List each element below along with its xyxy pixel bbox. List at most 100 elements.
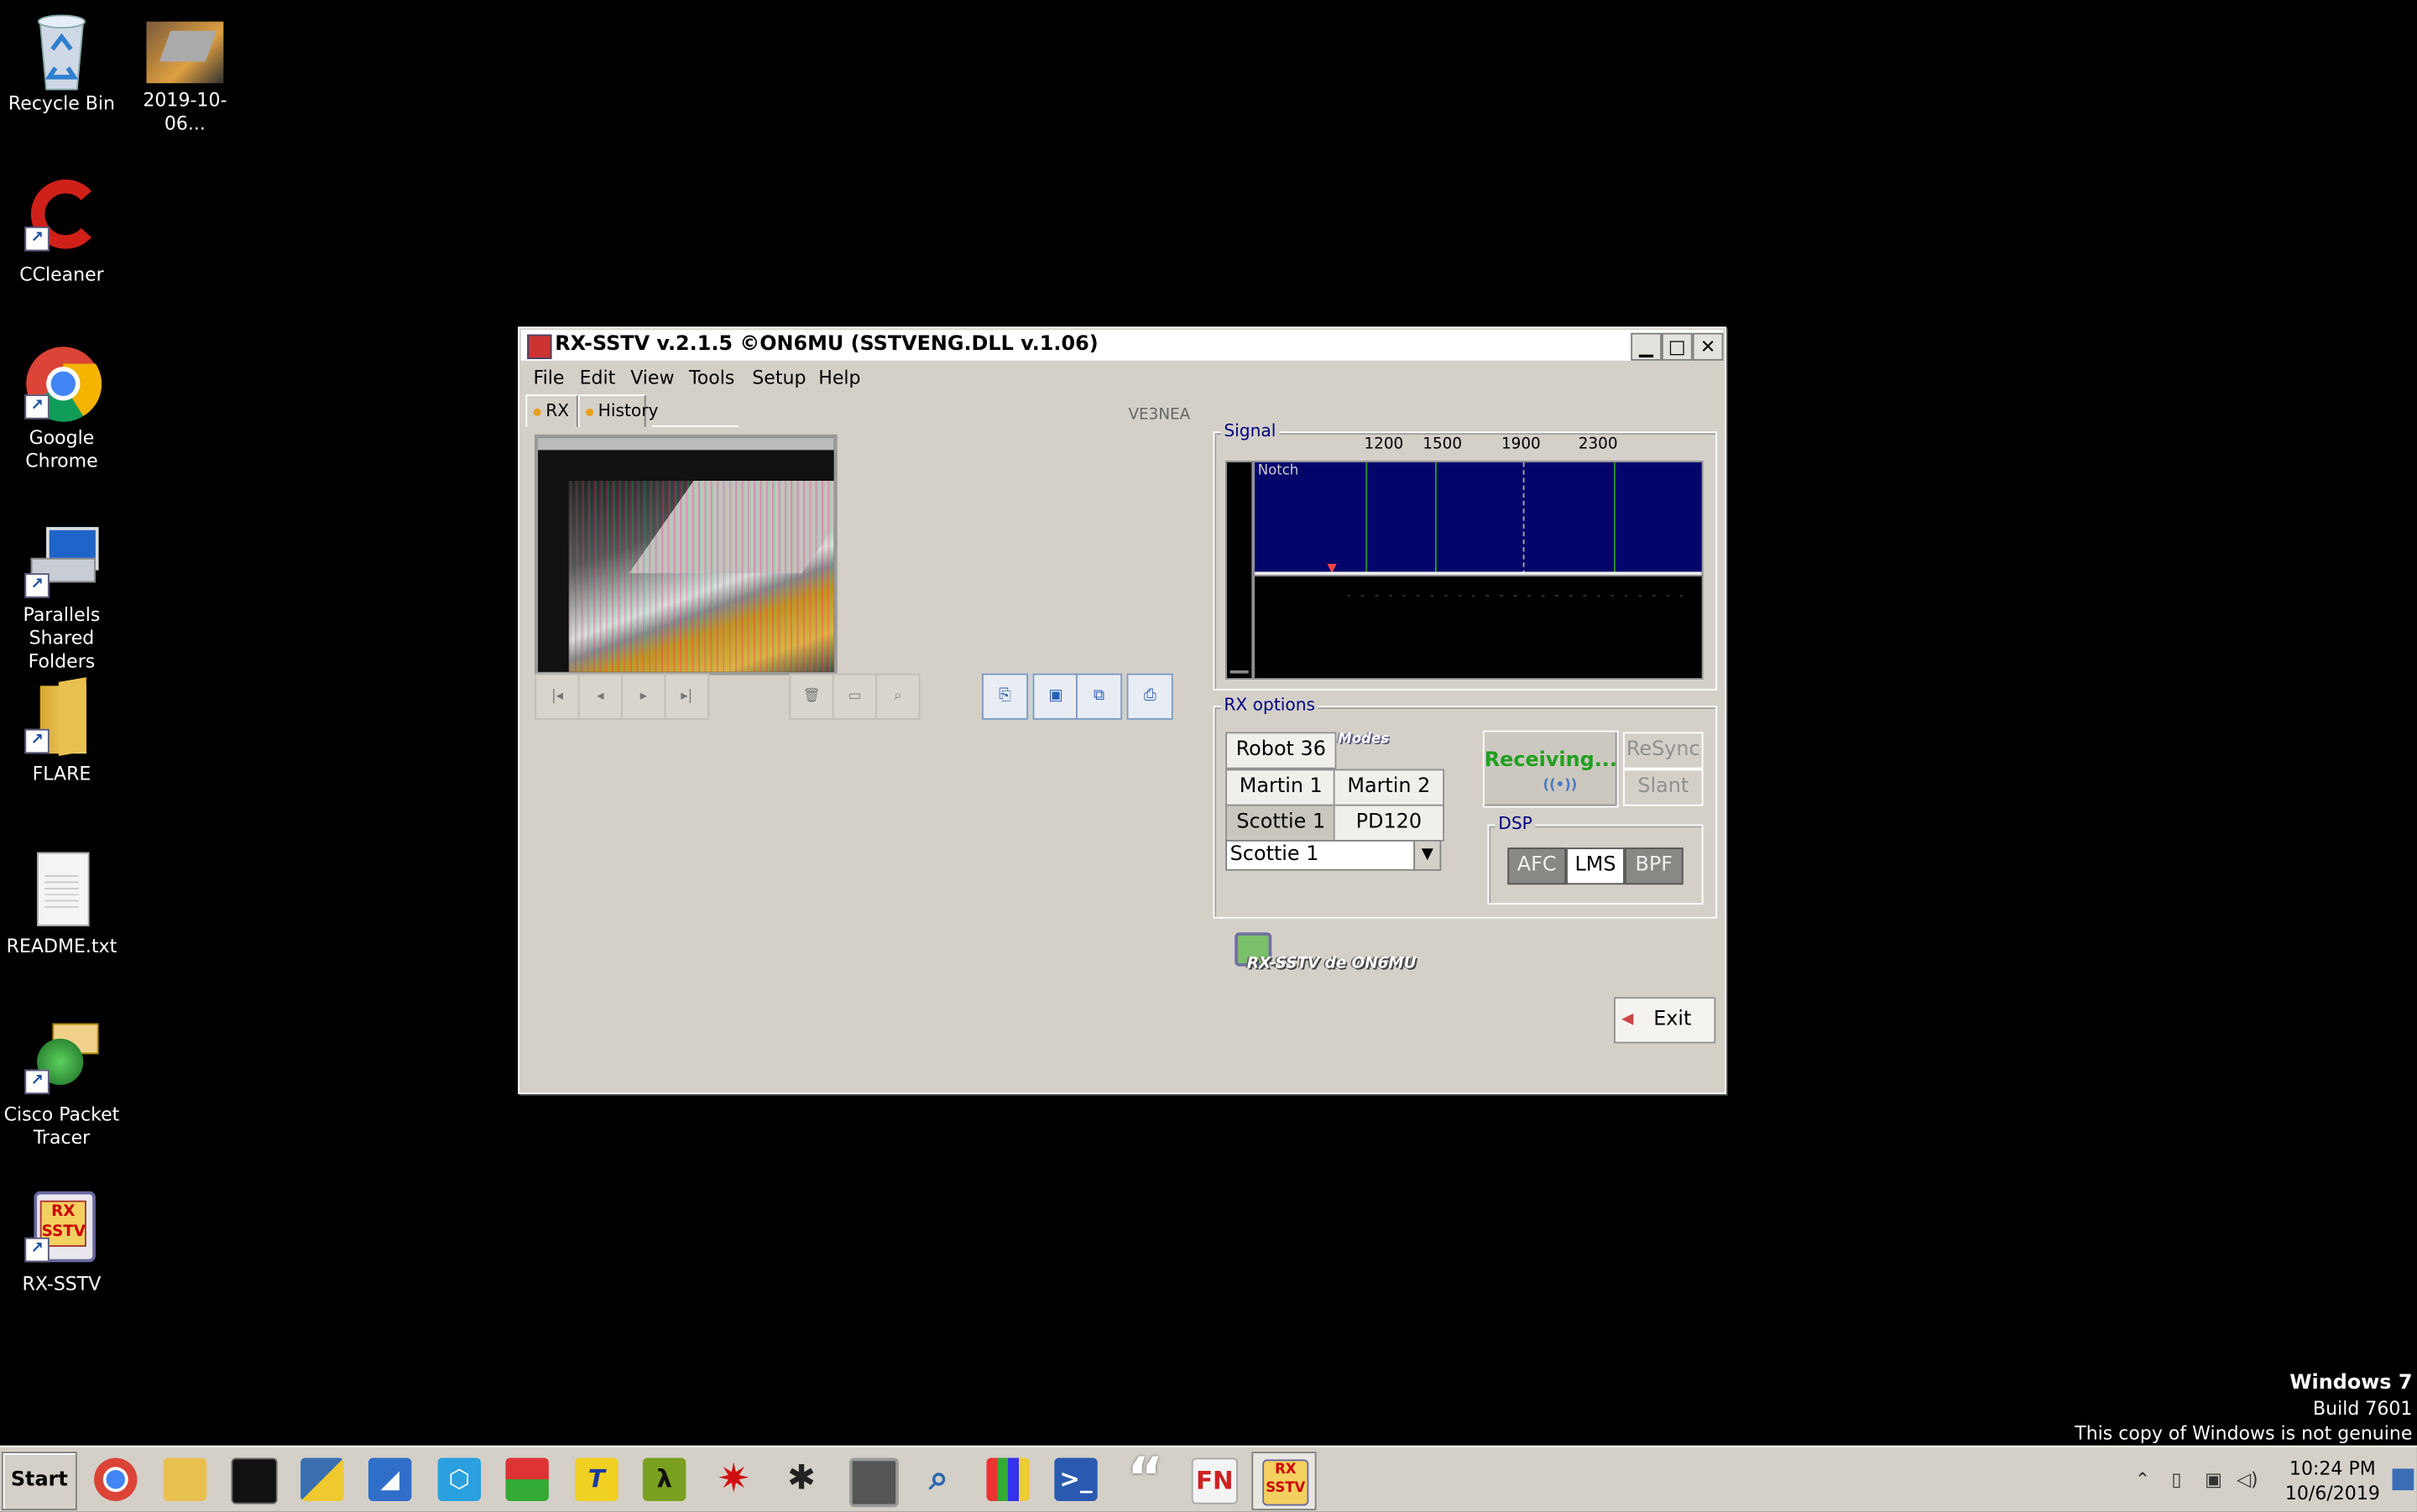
resync-button[interactable]: ReSync [1623,732,1704,769]
desktop: Recycle Bin 2019-10-06... ↗ CCleaner ↗ G… [0,0,2417,1512]
menu-help[interactable]: Help [818,367,860,388]
delete-image-button[interactable]: 🗑 [789,673,834,720]
desktop-icon-cisco[interactable]: ↗ Cisco Packet Tracer [0,1020,123,1150]
clock-time: 10:24 PM [2289,1457,2376,1480]
tab-history[interactable]: History [577,394,659,427]
mode-pd120-button[interactable]: PD120 [1333,804,1444,842]
close-button[interactable]: ✕ [1692,332,1724,361]
shortcut-arrow-icon: ↗ [24,573,50,598]
taskbar-chrome[interactable] [85,1452,146,1507]
network-computer-icon: ↗ [24,524,99,598]
taskbar-rxsstv[interactable]: RX SSTV [1251,1452,1317,1510]
afc-toggle[interactable]: AFC [1507,847,1567,885]
desktop-icon-ccleaner[interactable]: ↗ CCleaner [0,177,123,286]
taskbar-monitor[interactable] [840,1452,901,1508]
mode-martin2-button[interactable]: Martin 2 [1333,769,1444,806]
tab-rx-label: RX [546,400,570,421]
taskbar: Start ◢ ⬡ T λ ✷ ✱ ⌕ >_ “ FN RX SSTV ⌃ ▯ ▣… [0,1445,2417,1512]
last-image-button[interactable]: ▸| [664,673,709,720]
minimize-button[interactable]: ▁ [1631,332,1662,361]
exit-button-label: Exit [1653,1008,1692,1031]
taskbar-wireshark[interactable]: ◢ [359,1452,420,1507]
tab-rx[interactable]: RX [525,394,578,427]
desktop-icon-flare[interactable]: ↗ FLARE [0,677,123,786]
show-desktop-button[interactable] [2392,1468,2414,1491]
taskbar-terminal[interactable] [222,1452,283,1507]
taskbar-network-tool[interactable]: ⬡ [429,1452,490,1507]
system-tray: ⌃ ▯ ▣ ◁) 10:24 PM 10/6/2019 [2132,1450,2417,1509]
mode-martin1-button[interactable]: Martin 1 [1225,769,1337,806]
taskbar-blocks[interactable] [496,1452,557,1507]
python-icon [300,1457,344,1501]
shortcut-arrow-icon: ↗ [24,728,50,754]
first-image-button[interactable]: |◂ [535,673,580,720]
taskbar-quote-tool[interactable]: “ [1115,1451,1176,1507]
print-button[interactable]: ⎙ [1126,673,1173,720]
prev-image-button[interactable]: ◂ [577,673,624,720]
open-folder-button[interactable]: ▭ [832,673,878,720]
fn-icon: FN [1191,1457,1238,1504]
taskbar-control-panel[interactable] [977,1452,1038,1507]
folder-icon [163,1457,207,1501]
menu-view[interactable]: View [630,367,674,388]
desktop-icon-label: FLARE [32,763,91,785]
spectrum-display[interactable]: Notch ▼ [1253,461,1704,576]
next-image-button[interactable]: ▸ [621,673,666,720]
waterfall-display [1253,575,1704,680]
menu-tools[interactable]: Tools [689,367,734,388]
maximize-button[interactable]: □ [1661,332,1693,361]
menu-setup[interactable]: Setup [752,367,806,388]
desktop-icon-chrome[interactable]: ↗ Google Chrome [0,345,123,472]
taskbar-fn-tool[interactable]: FN [1182,1452,1244,1507]
save-as-button[interactable]: ⧉ [1076,673,1123,720]
network-icon[interactable]: ▣ [2203,1468,2225,1490]
taskbar-bug[interactable]: ✱ [770,1452,832,1507]
bpf-toggle[interactable]: BPF [1624,847,1684,885]
lms-toggle[interactable]: LMS [1566,847,1625,885]
terminal-icon [231,1457,278,1504]
taskbar-lambda[interactable]: λ [634,1452,695,1507]
exit-button[interactable]: ◀ Exit [1614,997,1716,1044]
mode-robot36-button[interactable]: Robot 36 [1225,732,1337,769]
window-titlebar[interactable]: RX-SSTV v.2.1.5 ©ON6MU (SSTVENG.DLL v.1.… [520,330,1724,361]
bug-icon: ✱ [787,1459,817,1499]
taskbar-powershell[interactable]: >_ [1045,1452,1106,1507]
taskbar-explorer[interactable] [154,1452,216,1507]
slant-button[interactable]: Slant [1623,769,1704,806]
dsp-title: DSP [1495,813,1536,834]
chevron-down-icon[interactable]: ▼ [1413,841,1440,869]
splat-icon: ✷ [717,1456,751,1503]
desktop-icon-parallels[interactable]: ↗ Parallels Shared Folders [0,524,123,673]
desktop-icon-rxsstv[interactable]: RX SSTV ↗ RX-SSTV [0,1188,123,1296]
taskbar-splat[interactable]: ✷ [703,1452,765,1507]
desktop-icon-recycle-bin[interactable]: Recycle Bin [0,6,123,115]
save-image-button[interactable]: ▣ [1032,673,1079,720]
volume-icon[interactable]: ◁) [2237,1468,2258,1490]
menu-file[interactable]: File [533,367,564,388]
copy-image-button[interactable]: ⎘ [981,673,1029,720]
chrome-icon: ↗ [24,345,102,422]
desktop-icon-readme[interactable]: README.txt [0,852,123,959]
desktop-icon-image-file[interactable]: 2019-10-06... [123,6,247,135]
menu-edit[interactable]: Edit [580,367,616,388]
usb-device-icon[interactable]: ▯ [2166,1468,2188,1490]
recycle-bin-icon [24,6,98,91]
taskbar-text-tool[interactable]: T [566,1452,627,1507]
tab-dot-icon [585,408,594,416]
start-button[interactable]: Start [1,1452,77,1510]
freq-label-1500: 1500 [1423,435,1463,453]
taskbar-python[interactable] [291,1452,352,1507]
text-file-icon [24,852,98,926]
mode-dropdown[interactable]: Scottie 1 ▼ [1225,840,1442,871]
shortcut-arrow-icon: ↗ [24,226,50,252]
mode-scottie1-button[interactable]: Scottie 1 [1225,804,1337,842]
chevron-up-icon[interactable]: ⌃ [2132,1468,2153,1490]
letter-t-icon: T [575,1457,619,1501]
zoom-button[interactable]: ⌕ [875,673,921,720]
powershell-icon: >_ [1054,1457,1098,1501]
monitor-icon [849,1457,899,1508]
taskbar-clock[interactable]: 10:24 PM 10/6/2019 [2285,1457,2380,1506]
taskbar-search-tool[interactable]: ⌕ [908,1452,969,1507]
shark-fin-icon: ◢ [368,1457,412,1501]
antenna-icon: ((•)) [1543,778,1578,794]
